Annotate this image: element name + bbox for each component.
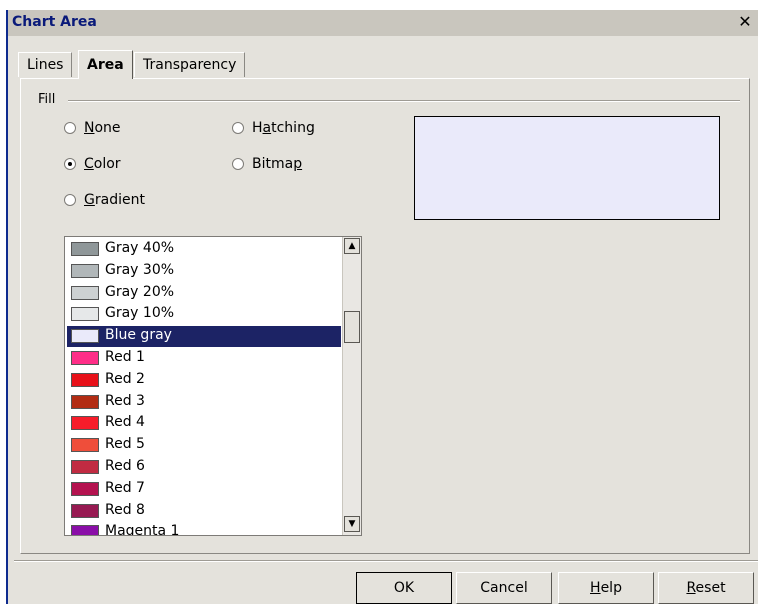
list-item[interactable]: Gray 20%	[67, 283, 341, 304]
list-item[interactable]: Red 6	[67, 457, 341, 478]
radio-gradient-indicator	[64, 194, 76, 206]
color-list[interactable]: Gray 40% Gray 30% Gray 20% Gray 10% Blue gra…	[64, 236, 362, 536]
radio-none-indicator	[64, 122, 76, 134]
color-swatch	[71, 503, 99, 518]
list-item[interactable]: Red 8	[67, 501, 341, 522]
color-name: Magenta 1	[105, 523, 180, 536]
color-swatch	[71, 307, 99, 322]
color-swatch	[71, 372, 99, 387]
radio-hatching-indicator	[232, 122, 244, 134]
color-name: Blue gray	[105, 327, 172, 344]
chart-area-dialog: Chart Area ✕ Lines Area Transparency Fil…	[6, 10, 758, 604]
tab-area-label: Area	[87, 57, 124, 73]
color-name: Red 2	[105, 370, 145, 387]
list-item[interactable]: Gray 30%	[67, 261, 341, 282]
list-item[interactable]: Gray 10%	[67, 304, 341, 325]
color-name: Red 5	[105, 436, 145, 453]
button-divider	[14, 560, 758, 562]
color-swatch	[71, 263, 99, 278]
radio-bitmap-indicator	[232, 158, 244, 170]
color-name: Red 8	[105, 501, 145, 518]
fill-preview	[414, 116, 720, 220]
title-bar: Chart Area ✕	[8, 10, 758, 36]
ok-button[interactable]: OK	[356, 572, 452, 604]
list-item[interactable]: Blue gray	[67, 326, 341, 348]
scroll-up-icon[interactable]: ▲	[344, 238, 360, 254]
color-name: Gray 20%	[105, 283, 175, 300]
list-item[interactable]: Red 2	[67, 370, 341, 391]
tab-lines[interactable]: Lines	[18, 52, 73, 77]
color-name: Red 4	[105, 414, 145, 431]
list-item[interactable]: Red 1	[67, 348, 341, 369]
color-swatch	[71, 416, 99, 431]
color-swatch	[71, 351, 99, 365]
color-swatch	[71, 481, 99, 496]
color-name: Red 1	[105, 349, 145, 365]
tab-transparency-label: Transparency	[143, 57, 237, 73]
list-item[interactable]: Gray 40%	[67, 239, 341, 260]
list-item[interactable]: Magenta 1	[67, 522, 341, 536]
tab-transparency[interactable]: Transparency	[134, 52, 246, 77]
color-name: Red 3	[105, 392, 145, 409]
list-item[interactable]: Red 3	[67, 392, 341, 413]
scroll-down-icon[interactable]: ▼	[344, 516, 360, 532]
dialog-title: Chart Area	[12, 14, 97, 30]
scroll-thumb[interactable]	[344, 311, 360, 343]
color-swatch	[71, 525, 99, 535]
color-swatch	[71, 460, 99, 474]
fill-divider	[68, 100, 740, 102]
reset-button[interactable]: Reset	[658, 572, 754, 604]
color-name: Red 6	[105, 458, 145, 474]
color-name: Gray 30%	[105, 261, 175, 278]
fill-group-label: Fill	[38, 92, 56, 107]
color-swatch	[71, 329, 99, 344]
color-name: Gray 10%	[105, 305, 175, 322]
color-swatch	[71, 242, 99, 256]
color-name: Red 7	[105, 479, 145, 496]
list-item[interactable]: Red 4	[67, 413, 341, 434]
tab-lines-label: Lines	[27, 57, 64, 73]
list-item[interactable]: Red 7	[67, 479, 341, 500]
color-swatch	[71, 438, 99, 453]
cancel-button[interactable]: Cancel	[456, 572, 552, 604]
color-swatch	[71, 285, 99, 300]
list-item[interactable]: Red 5	[67, 435, 341, 456]
help-button[interactable]: Help	[558, 572, 654, 604]
tab-area[interactable]: Area	[78, 50, 133, 79]
close-icon[interactable]: ✕	[736, 13, 754, 31]
color-name: Gray 40%	[105, 240, 175, 256]
radio-color-indicator	[64, 158, 76, 170]
color-swatch	[71, 394, 99, 409]
color-list-scrollbar[interactable]: ▲ ▼	[342, 237, 361, 535]
